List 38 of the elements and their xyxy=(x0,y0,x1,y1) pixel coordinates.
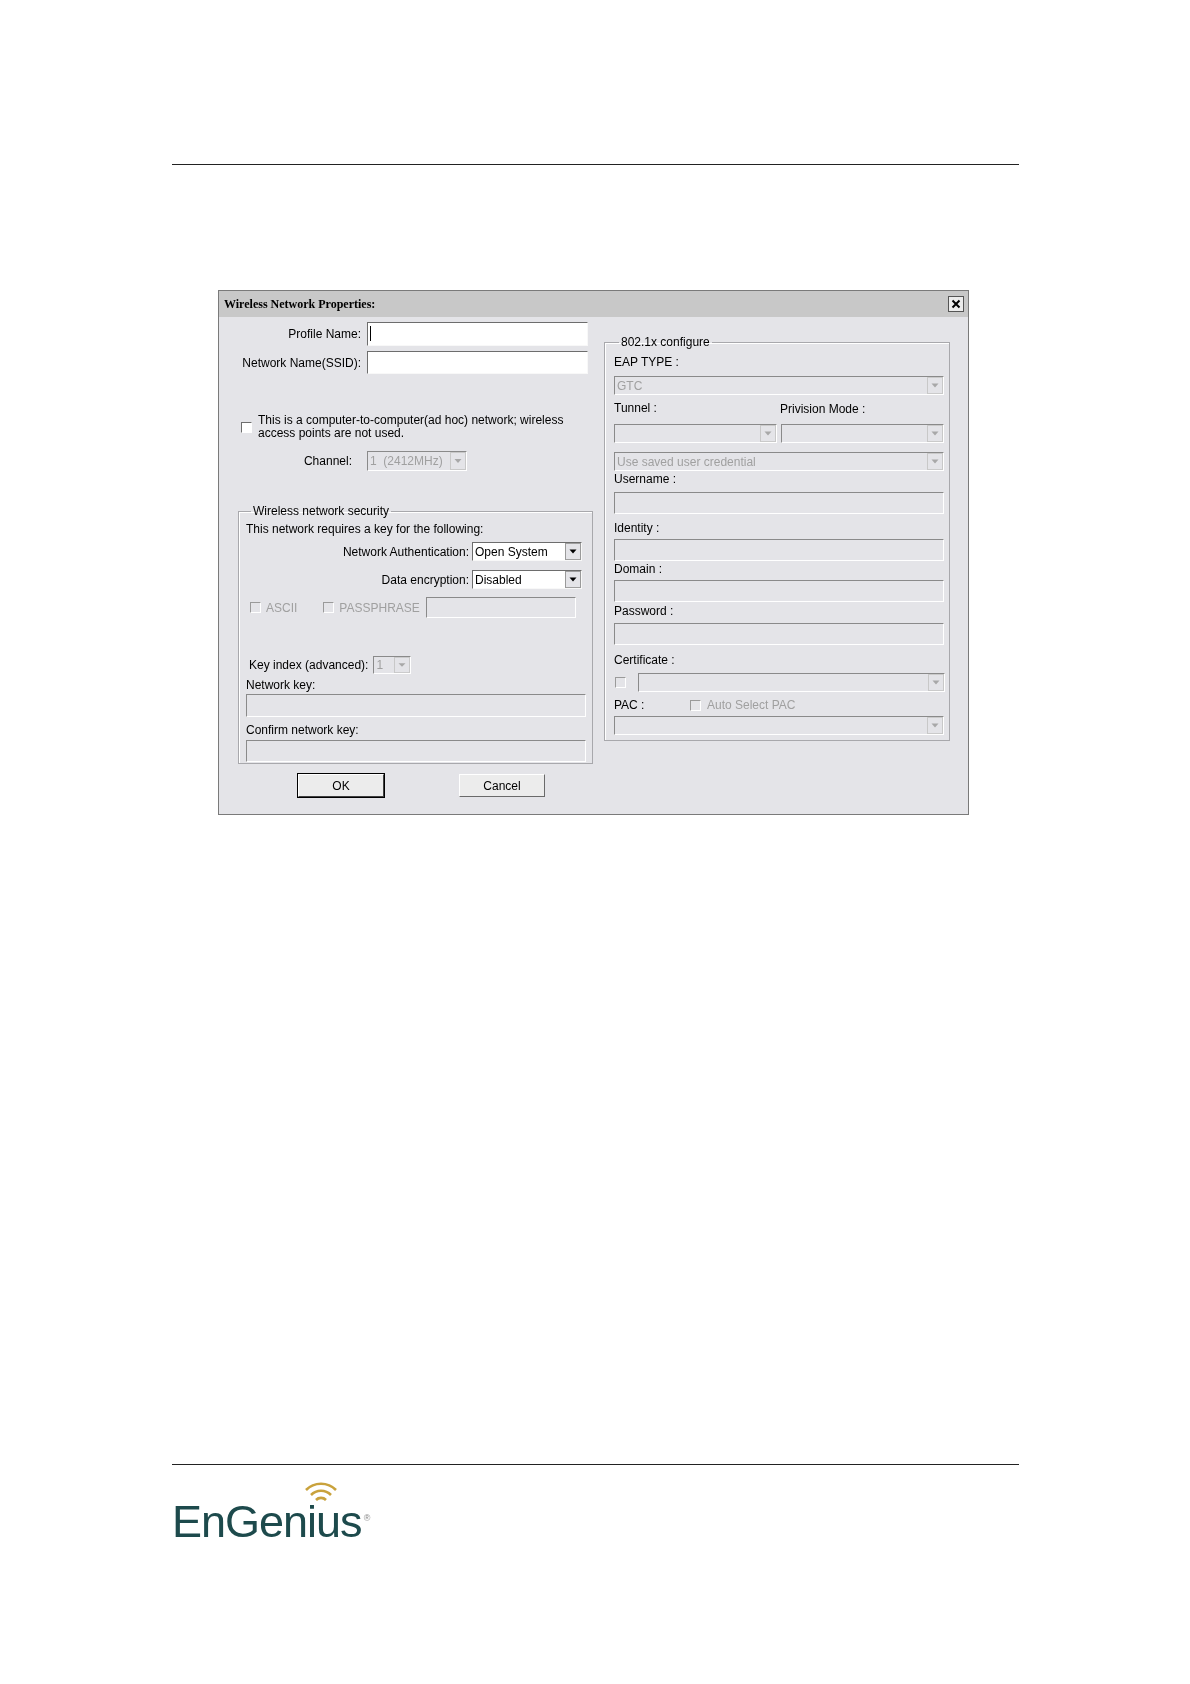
field-label: Identity : xyxy=(614,521,661,535)
field-label: Channel: xyxy=(302,454,352,468)
dropdown[interactable]: Open System xyxy=(472,542,582,561)
checkbox[interactable] xyxy=(241,422,252,433)
field-label: Profile Name: xyxy=(287,327,361,341)
field-label: PAC : xyxy=(614,698,646,712)
field-label: Network Name(SSID): xyxy=(241,355,361,370)
text-field[interactable] xyxy=(367,351,588,374)
field-label: Network Authentication: xyxy=(341,544,469,559)
group-title: 802.1x configure xyxy=(620,335,711,349)
dialog-button[interactable]: OK xyxy=(298,774,384,797)
field-label: This network requires a key for the following: xyxy=(246,522,484,536)
field-label: Tunnel : xyxy=(614,401,658,415)
brand-logo: EnGenius xyxy=(172,1499,362,1545)
group-title: Wireless network security xyxy=(252,504,391,518)
field-label: ASCII xyxy=(266,600,298,615)
close-icon[interactable] xyxy=(948,296,964,312)
field-label: Key index (advanced): xyxy=(249,658,369,672)
field-label: Confirm network key: xyxy=(246,723,359,737)
field-label: EAP TYPE : xyxy=(614,355,680,369)
text-field[interactable] xyxy=(367,322,588,346)
checkbox-label: This is a computer-to-computer(ad hoc) network; wireless access points are not used. xyxy=(258,414,565,440)
dialog-button[interactable]: Cancel xyxy=(459,774,545,797)
field-label: Auto Select PAC xyxy=(707,698,796,712)
dropdown-arrow-icon[interactable] xyxy=(565,543,581,560)
field-label: Certificate : xyxy=(614,653,676,667)
window-title: Wireless Network Properties: xyxy=(224,296,376,312)
field-label: PASSPHRASE xyxy=(339,600,420,615)
registered-mark: ® xyxy=(363,1513,371,1523)
field-label: Data encryption: xyxy=(380,572,469,587)
field-label: Network key: xyxy=(246,678,316,692)
field-label: Privision Mode : xyxy=(780,402,866,416)
field-label: Username : xyxy=(614,472,678,486)
dropdown-arrow-icon[interactable] xyxy=(565,571,581,588)
field-label: Password : xyxy=(614,604,675,618)
dropdown[interactable]: Disabled xyxy=(472,570,582,589)
field-label: Domain : xyxy=(614,562,664,576)
wifi-icon xyxy=(304,1481,338,1503)
